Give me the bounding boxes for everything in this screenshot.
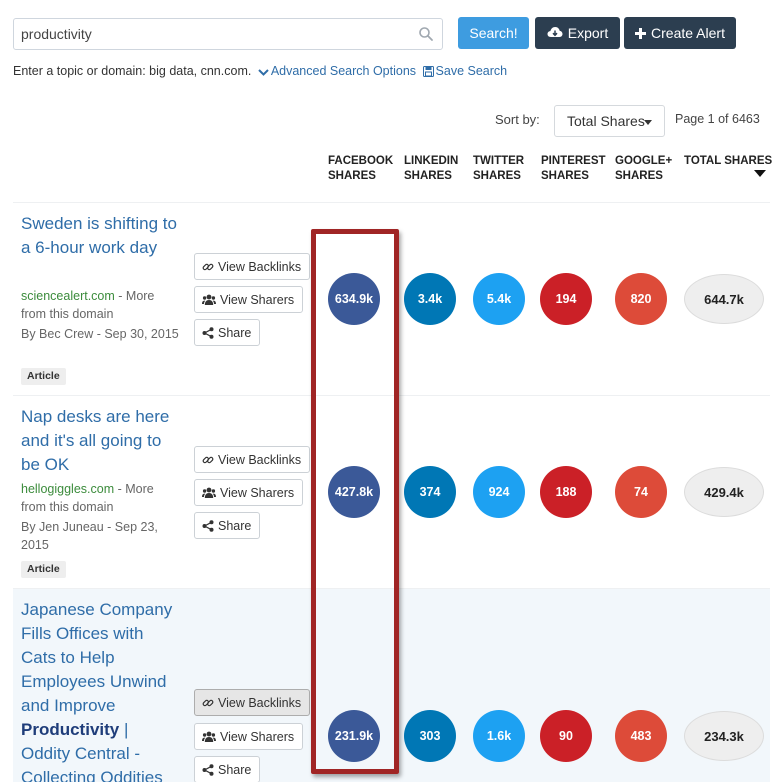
users-icon	[202, 731, 216, 742]
result-domain: sciencealert.com - More from this domain	[21, 287, 181, 323]
share-icon	[202, 763, 214, 776]
result-byline: By Jen Juneau - Sep 23, 2015	[21, 520, 158, 552]
pinterest-shares: 188	[540, 466, 592, 518]
search-button[interactable]: Search!	[458, 17, 529, 49]
users-icon	[202, 487, 216, 498]
link-icon	[202, 454, 214, 466]
googleplus-shares: 483	[615, 710, 667, 762]
total-shares: 644.7k	[684, 274, 764, 324]
view-backlinks-label: View Backlinks	[218, 259, 302, 274]
export-button[interactable]: Export	[535, 17, 620, 49]
cloud-download-icon	[547, 26, 563, 40]
save-search-link[interactable]: Save Search	[436, 64, 508, 78]
result-row: Nap desks are here and it's all going to…	[13, 395, 770, 588]
link-icon	[202, 261, 214, 273]
share-button[interactable]: Share	[194, 319, 261, 346]
twitter-shares: 1.6k	[473, 710, 525, 762]
result-title[interactable]: Nap desks are here and it's all going to…	[21, 405, 181, 477]
view-sharers-button[interactable]: View Sharers	[194, 286, 304, 313]
col-header-linkedin[interactable]: LINKEDIN SHARES	[404, 154, 458, 184]
create-alert-label: Create Alert	[651, 25, 725, 41]
result-domain: hellogiggles.com - More from this domain	[21, 480, 181, 516]
domain-link[interactable]: sciencealert.com	[21, 289, 115, 303]
domain-link[interactable]: hellogiggles.com	[21, 482, 114, 496]
col-header-twitter[interactable]: TWITTER SHARES	[473, 154, 524, 184]
view-sharers-label: View Sharers	[220, 485, 295, 500]
view-backlinks-label: View Backlinks	[218, 452, 302, 467]
sort-desc-icon[interactable]	[754, 170, 766, 177]
view-backlinks-label: View Backlinks	[218, 695, 302, 710]
result-byline: By Bec Crew - Sep 30, 2015	[21, 327, 179, 341]
col-header-pinterest[interactable]: PINTEREST SHARES	[541, 154, 606, 184]
googleplus-shares: 74	[615, 466, 667, 518]
plus-icon	[635, 27, 647, 39]
result-title[interactable]: Japanese Company Fills Offices with Cats…	[21, 598, 181, 782]
sort-by-label: Sort by:	[495, 112, 540, 127]
twitter-shares: 924	[473, 466, 525, 518]
link-icon	[202, 697, 214, 709]
search-icon[interactable]	[418, 26, 434, 42]
linkedin-shares: 374	[404, 466, 456, 518]
view-backlinks-button[interactable]: View Backlinks	[194, 446, 311, 473]
col-header-total[interactable]: TOTAL SHARES	[684, 154, 772, 169]
sort-select[interactable]: Total Shares	[554, 105, 665, 137]
pinterest-shares: 90	[540, 710, 592, 762]
view-sharers-button[interactable]: View Sharers	[194, 479, 304, 506]
view-backlinks-button[interactable]: View Backlinks	[194, 253, 311, 280]
advanced-search-link[interactable]: Advanced Search Options	[271, 64, 416, 78]
result-title[interactable]: Sweden is shifting to a 6-hour work day	[21, 212, 181, 260]
googleplus-shares: 820	[615, 273, 667, 325]
search-term-highlight: Productivity	[21, 720, 120, 739]
users-icon	[202, 294, 216, 305]
save-icon[interactable]	[422, 66, 434, 80]
share-button[interactable]: Share	[194, 756, 261, 782]
type-badge: Article	[21, 368, 66, 385]
share-button[interactable]: Share	[194, 512, 261, 539]
search-box[interactable]	[13, 18, 443, 50]
page-info: Page 1 of 6463	[675, 112, 760, 126]
search-button-label: Search!	[469, 25, 518, 41]
twitter-shares: 5.4k	[473, 273, 525, 325]
total-shares: 429.4k	[684, 467, 764, 517]
search-hint: Enter a topic or domain: big data, cnn.c…	[13, 64, 507, 80]
view-sharers-label: View Sharers	[220, 292, 295, 307]
linkedin-shares: 303	[404, 710, 456, 762]
share-label: Share	[218, 518, 252, 533]
export-button-label: Export	[567, 25, 609, 41]
caret-down-icon	[644, 120, 652, 125]
result-row: Japanese Company Fills Offices with Cats…	[13, 588, 770, 782]
share-icon	[202, 519, 214, 532]
view-sharers-label: View Sharers	[220, 729, 295, 744]
pinterest-shares: 194	[540, 273, 592, 325]
col-header-googleplus[interactable]: GOOGLE+ SHARES	[615, 154, 672, 184]
hint-text: Enter a topic or domain: big data, cnn.c…	[13, 64, 252, 78]
chevron-down-icon[interactable]	[258, 66, 269, 80]
total-shares: 234.3k	[684, 711, 764, 761]
create-alert-button[interactable]: Create Alert	[624, 17, 736, 49]
facebook-shares: 231.9k	[328, 710, 380, 762]
type-badge: Article	[21, 561, 66, 578]
result-row: Sweden is shifting to a 6-hour work day …	[13, 202, 770, 395]
share-icon	[202, 326, 214, 339]
share-label: Share	[218, 762, 252, 777]
sort-select-value: Total Shares	[567, 113, 645, 129]
search-input[interactable]	[14, 19, 404, 49]
share-label: Share	[218, 325, 252, 340]
linkedin-shares: 3.4k	[404, 273, 456, 325]
facebook-shares: 427.8k	[328, 466, 380, 518]
view-sharers-button[interactable]: View Sharers	[194, 723, 304, 750]
view-backlinks-button[interactable]: View Backlinks	[194, 689, 311, 716]
facebook-shares: 634.9k	[328, 273, 380, 325]
col-header-facebook[interactable]: FACEBOOK SHARES	[328, 154, 393, 184]
